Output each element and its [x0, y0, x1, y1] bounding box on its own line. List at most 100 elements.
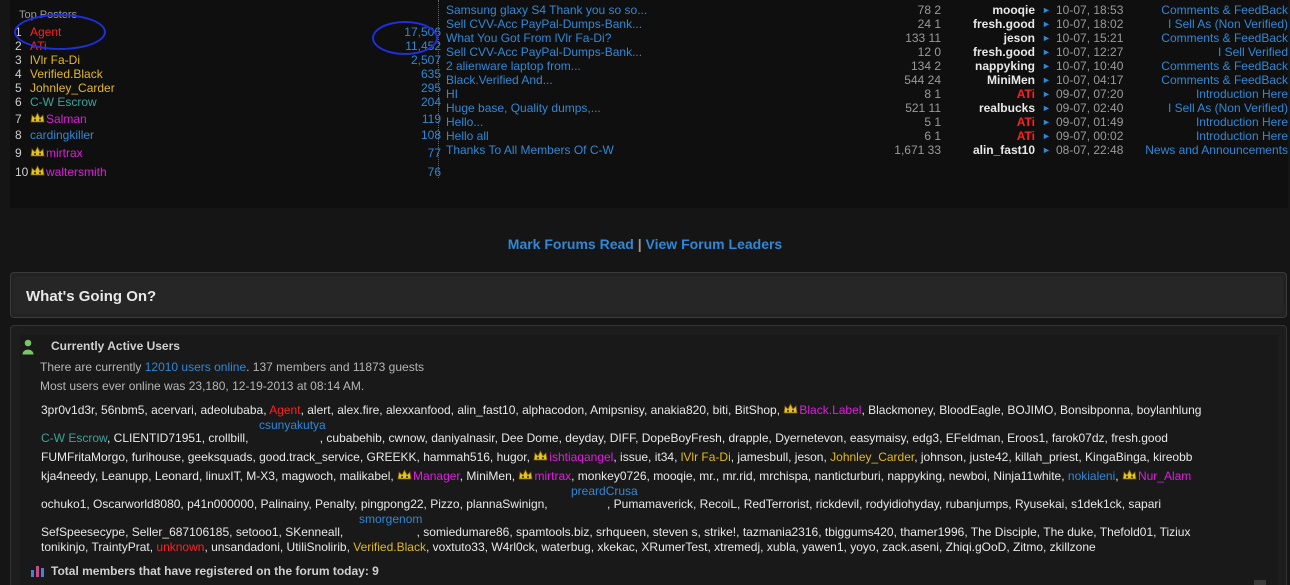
poster-name-link[interactable]: mirtrax	[30, 146, 83, 160]
poster-name-link[interactable]: Verified.Black	[30, 67, 103, 81]
thread-forum-link[interactable]: I Sell As (Non Verified)	[1168, 101, 1288, 115]
online-username[interactable]: sapari	[1128, 497, 1161, 511]
online-username[interactable]: Ninja11white	[993, 469, 1061, 483]
online-username[interactable]: Tiziux	[1160, 525, 1191, 539]
online-username[interactable]: xkekac	[597, 540, 634, 554]
online-username[interactable]: alin_fast10	[457, 403, 515, 417]
online-username[interactable]: M-X3	[246, 469, 275, 483]
thread-forum-link[interactable]: I Sell Verified	[1218, 45, 1288, 59]
online-username[interactable]: EFeldman	[946, 431, 1001, 445]
online-username[interactable]: BloodEagle	[939, 403, 1000, 417]
whats-going-on-header[interactable]: What's Going On?	[10, 272, 1287, 318]
online-username[interactable]: TraintyPrat	[91, 540, 149, 554]
online-username[interactable]: Oscarworld8080	[93, 497, 180, 511]
go-to-last-post-icon[interactable]: ►	[1042, 17, 1051, 31]
online-username[interactable]: good.track_service	[259, 450, 360, 464]
online-username[interactable]: tonikinjo	[41, 540, 85, 554]
online-username[interactable]: strike!	[704, 525, 736, 539]
online-username[interactable]: Penalty	[315, 497, 354, 511]
go-to-last-post-icon[interactable]: ►	[1042, 31, 1051, 45]
online-username[interactable]: DIFF	[610, 431, 635, 445]
poster-name-link[interactable]: lVlr Fa-Di	[30, 53, 80, 67]
online-username[interactable]: cubabehib	[326, 431, 381, 445]
online-username[interactable]: it34	[655, 450, 674, 464]
online-username[interactable]: issue	[620, 450, 648, 464]
thread-title-link[interactable]: Thanks To All Members Of C-W	[446, 143, 614, 157]
online-username[interactable]: Dee Dome	[501, 431, 558, 445]
floating-username[interactable]: csunyakutya	[259, 418, 326, 432]
online-username[interactable]: unknown	[156, 540, 204, 554]
thread-title-link[interactable]: What You Got From lVlr Fa-Di?	[446, 31, 611, 45]
online-username[interactable]: kireobb	[1153, 450, 1192, 464]
online-username[interactable]: BOJIMO	[1007, 403, 1053, 417]
online-username[interactable]: CLIENTID71951	[114, 431, 202, 445]
online-username[interactable]: alert	[307, 403, 330, 417]
online-username[interactable]: acervari	[151, 403, 194, 417]
online-username[interactable]: Manager	[397, 469, 460, 483]
view-forum-leaders-link[interactable]: View Forum Leaders	[646, 236, 783, 252]
online-username[interactable]: Zitmo	[1013, 540, 1043, 554]
thread-forum-link[interactable]: I Sell As (Non Verified)	[1168, 17, 1288, 31]
online-username[interactable]: C-W Escrow	[41, 431, 107, 445]
online-username[interactable]: s1dek1ck	[1071, 497, 1122, 511]
thread-last-poster[interactable]: mooqie	[992, 3, 1035, 17]
thread-last-poster[interactable]: realbucks	[979, 101, 1035, 115]
thread-title-link[interactable]: Huge base, Quality dumps,...	[446, 101, 601, 115]
online-username[interactable]: alphacodon	[522, 403, 584, 417]
thread-title-link[interactable]: Hello all	[446, 129, 489, 143]
online-username[interactable]: The duke	[1043, 525, 1093, 539]
online-username[interactable]: Dyernetevon	[775, 431, 843, 445]
online-username[interactable]: Agent	[269, 403, 300, 417]
online-username[interactable]: yawen1	[802, 540, 843, 554]
online-username[interactable]: biti	[713, 403, 728, 417]
thread-last-poster[interactable]: nappyking	[975, 59, 1035, 73]
online-username[interactable]: steven s	[653, 525, 698, 539]
thread-forum-link[interactable]: Introduction Here	[1196, 115, 1288, 129]
online-username[interactable]: Zhiqi.gOoD	[946, 540, 1007, 554]
online-username[interactable]: The Disciple	[971, 525, 1037, 539]
online-username[interactable]: malikabel	[340, 469, 391, 483]
thread-title-link[interactable]: Black.Verified And...	[446, 73, 553, 87]
thread-forum-link[interactable]: News and Announcements	[1145, 143, 1288, 157]
go-to-last-post-icon[interactable]: ►	[1042, 87, 1051, 101]
online-username[interactable]: setooo1	[236, 525, 279, 539]
thread-title-link[interactable]: Samsung glaxy S4 Thank you so so...	[446, 3, 647, 17]
online-username[interactable]: srhqueen	[596, 525, 646, 539]
online-username[interactable]: SKenneall	[285, 525, 340, 539]
go-to-last-post-icon[interactable]: ►	[1042, 129, 1051, 143]
thread-forum-link[interactable]: Comments & FeedBack	[1161, 59, 1288, 73]
poster-name-link[interactable]: cardingkiller	[30, 128, 94, 142]
mark-forums-read-link[interactable]: Mark Forums Read	[508, 236, 634, 252]
poster-name-link[interactable]: waltersmith	[30, 165, 107, 179]
thread-last-poster[interactable]: ATi	[1017, 115, 1035, 129]
online-username[interactable]: hammah516	[423, 450, 490, 464]
online-username[interactable]: killah_priest	[1015, 450, 1078, 464]
online-username[interactable]: mooqie	[653, 469, 692, 483]
online-username[interactable]: somiedumare86	[423, 525, 509, 539]
online-username[interactable]: RecoiL	[700, 497, 737, 511]
online-username[interactable]: alexxanfood	[386, 403, 451, 417]
online-username[interactable]: daniyalnasir	[431, 431, 494, 445]
online-username[interactable]: Johnley_Carder	[830, 450, 914, 464]
online-username[interactable]: Black.Label	[783, 403, 861, 417]
online-username[interactable]: johnson	[921, 450, 963, 464]
users-online-link[interactable]: 12010 users online	[145, 360, 246, 374]
online-username[interactable]: DopeBoyFresh	[642, 431, 722, 445]
online-username[interactable]: xtremedj	[714, 540, 760, 554]
online-username[interactable]: yoyo	[850, 540, 875, 554]
thread-forum-link[interactable]: Comments & FeedBack	[1161, 73, 1288, 87]
online-username[interactable]: mr.	[699, 469, 716, 483]
thread-last-poster[interactable]: ATi	[1017, 87, 1035, 101]
online-username[interactable]: nokialeni	[1068, 469, 1115, 483]
online-username[interactable]: mrchispa	[759, 469, 808, 483]
online-username[interactable]: FUMFritaMorgo	[41, 450, 125, 464]
online-username[interactable]: mirtrax	[518, 469, 571, 483]
online-username[interactable]: boylanhlung	[1137, 403, 1202, 417]
online-username[interactable]: RedTerrorist	[744, 497, 809, 511]
online-username[interactable]: Palinainy	[261, 497, 309, 511]
online-username[interactable]: mr.rid	[723, 469, 753, 483]
online-username[interactable]: adeolubaba	[200, 403, 263, 417]
thread-last-poster[interactable]: jeson	[1004, 31, 1035, 45]
online-username[interactable]: Verified.Black	[353, 540, 426, 554]
online-username[interactable]: easymaisy	[850, 431, 906, 445]
